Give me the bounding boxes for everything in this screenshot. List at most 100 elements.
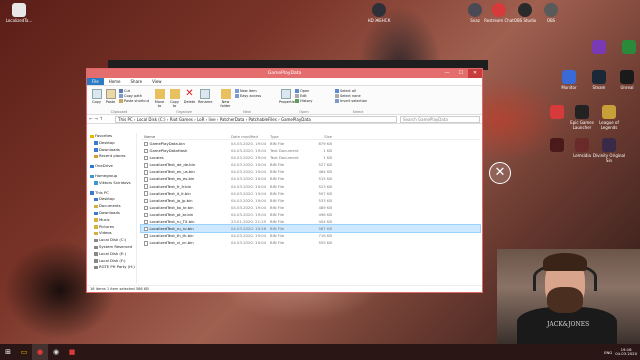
- desktop-icon[interactable]: Divinity Original Sin: [592, 138, 626, 163]
- file-row[interactable]: LocalizedText_ru_ru.bin 04.03.2020. 19:26…: [140, 224, 481, 234]
- column-name[interactable]: Name: [141, 133, 231, 139]
- tab-share[interactable]: Share: [126, 78, 148, 85]
- file-row[interactable]: LocalizedText_de_de.bin 04.03.2020. 19:04…: [141, 161, 480, 168]
- desktop-icon[interactable]: Unreal: [610, 70, 640, 90]
- file-date: 04.03.2020. 19:04: [231, 190, 267, 196]
- desktop-icon[interactable]: Monitor: [552, 70, 586, 90]
- file-icon: [144, 191, 148, 196]
- file-row[interactable]: Locales 04.03.2020. 19:04 Text Document 1 K…: [141, 154, 480, 161]
- close-button[interactable]: ✕: [468, 69, 482, 78]
- folder-icon: [94, 181, 98, 185]
- nav-arrows[interactable]: ← → ↑: [89, 117, 115, 122]
- folder-icon: [94, 225, 98, 229]
- select-all-button[interactable]: Select all: [335, 89, 356, 93]
- nav-item[interactable]: Favorites: [87, 133, 136, 140]
- new-folder-button[interactable]: New folder: [219, 89, 232, 108]
- nav-item[interactable]: Local Disk (F:): [87, 258, 136, 265]
- rename-button[interactable]: Rename: [198, 89, 212, 104]
- taskbar-app[interactable]: ■: [64, 344, 80, 360]
- start-button[interactable]: ⊞: [0, 344, 16, 360]
- nav-item[interactable]: Local Disk (E:): [87, 251, 136, 258]
- edit-button[interactable]: Edit: [295, 94, 307, 98]
- file-name: LocalizedText_th_th.bin: [149, 233, 194, 239]
- copy-to-button[interactable]: Copy to: [168, 89, 181, 108]
- file-row[interactable]: LocalizedText_it_it.bin 04.03.2020. 19:04…: [141, 190, 480, 197]
- nav-item[interactable]: This PC: [87, 190, 136, 197]
- desktop-icon[interactable]: [612, 40, 640, 55]
- column-size[interactable]: Size: [310, 133, 332, 139]
- nav-item-label: RGTE PH Party (H:): [99, 264, 135, 270]
- file-row[interactable]: LocalizedText_vi_vn.bin 04.03.2020. 19:04…: [141, 239, 480, 246]
- file-row[interactable]: LocalizedText_ru_TX.bin 23.01.2020. 21:25…: [141, 218, 480, 225]
- nav-item[interactable]: Recent places: [87, 153, 136, 160]
- paste-button[interactable]: Paste: [104, 89, 117, 104]
- cut-button[interactable]: Cut: [119, 89, 130, 93]
- nav-item[interactable]: Music: [87, 217, 136, 224]
- copy-path-button[interactable]: Copy path: [119, 94, 142, 98]
- overlay-close-button[interactable]: ✕: [489, 162, 511, 184]
- open-button[interactable]: Open: [295, 89, 309, 93]
- nav-item[interactable]: Videos: [87, 230, 136, 237]
- search-input[interactable]: Search GamePlayData: [400, 115, 480, 123]
- taskbar-app[interactable]: ▭: [16, 344, 32, 360]
- title-bar[interactable]: GamePlayData — ☐ ✕: [87, 69, 482, 78]
- column-date[interactable]: Date modified: [231, 133, 270, 139]
- nav-item-label: Music: [99, 216, 110, 222]
- nav-item[interactable]: Downloads: [87, 210, 136, 217]
- nav-item[interactable]: Desktop: [87, 140, 136, 147]
- address-path[interactable]: This PC › Local Disk (C:) › Riot Games ›…: [115, 115, 397, 123]
- taskbar-app[interactable]: ●: [32, 344, 48, 360]
- file-row[interactable]: LocalizedText_pt_br.bin 04.03.2020. 19:04…: [141, 211, 480, 218]
- language-indicator[interactable]: ENG: [604, 350, 612, 355]
- desktop-icon[interactable]: HD ЖЕНСК: [362, 3, 396, 23]
- maximize-button[interactable]: ☐: [454, 69, 468, 78]
- nav-item[interactable]: Homegroup: [87, 173, 136, 180]
- file-row[interactable]: LocalizedText_es_es.bin 04.03.2020. 19:04…: [141, 175, 480, 182]
- paste-shortcut-button[interactable]: Paste shortcut: [119, 99, 149, 103]
- file-row[interactable]: GamePlayData.bin 04.03.2020. 19:04 BIN Fil…: [141, 140, 480, 147]
- nav-item[interactable]: Desktop: [87, 196, 136, 203]
- column-type[interactable]: Type: [270, 133, 310, 139]
- desktop-icon[interactable]: League of Legends: [592, 105, 626, 130]
- file-icon: [144, 170, 148, 175]
- delete-button[interactable]: ✕ Delete: [183, 89, 196, 105]
- easy-access-button[interactable]: Easy access: [235, 94, 261, 98]
- taskbar-app[interactable]: ◉: [48, 344, 64, 360]
- move-to-button[interactable]: Move to: [153, 89, 166, 108]
- desktop-icon-file[interactable]: LocalizedTa...: [2, 3, 36, 23]
- nav-item[interactable]: OneDrive: [87, 163, 136, 170]
- file-row[interactable]: LocalizedText_th_th.bin 04.03.2020. 19:04…: [141, 232, 480, 239]
- file-list: Name Date modified Type Size GamePlayDat…: [140, 133, 481, 284]
- nav-item[interactable]: Local Disk (C:): [87, 237, 136, 244]
- file-row[interactable]: LocalizedText_fr_fr.bin 04.03.2020. 19:04…: [141, 183, 480, 190]
- nav-item[interactable]: System Reserved: [87, 244, 136, 251]
- nav-item[interactable]: RGTE PH Party (H:): [87, 264, 136, 271]
- tab-file[interactable]: File: [87, 78, 104, 85]
- file-row[interactable]: LocalizedText_en_us.bin 04.03.2020. 19:04…: [141, 168, 480, 175]
- address-bar-row: ← → ↑ This PC › Local Disk (C:) › Riot G…: [87, 115, 482, 124]
- file-size: 1 KB: [323, 155, 332, 161]
- desktop-icon[interactable]: [582, 40, 616, 55]
- file-name-cell: LocalizedText_fr_fr.bin: [141, 183, 231, 190]
- file-row[interactable]: LocalizedText_ja_jp.bin 04.03.2020. 19:04…: [141, 197, 480, 204]
- nav-item[interactable]: Pictures: [87, 224, 136, 231]
- tab-view[interactable]: View: [147, 78, 167, 85]
- minimize-button[interactable]: —: [440, 69, 454, 78]
- nav-item[interactable]: Viktors Sviridovs: [87, 180, 136, 187]
- easy-access-icon: [235, 94, 239, 98]
- nav-item[interactable]: Documents: [87, 203, 136, 210]
- copy-button[interactable]: Copy: [90, 89, 103, 104]
- desktop-icon[interactable]: OBS: [534, 3, 568, 23]
- file-row[interactable]: LocalizedText_ko_kr.bin 04.03.2020. 19:04…: [141, 204, 480, 211]
- history-button[interactable]: History: [295, 99, 312, 103]
- select-none-button[interactable]: Select none: [335, 94, 361, 98]
- properties-button[interactable]: Properties: [279, 89, 297, 104]
- tab-home[interactable]: Home: [104, 78, 126, 85]
- nav-item-label: This PC: [95, 189, 109, 195]
- file-row[interactable]: GamePlayDataHash 04.03.2020. 19:04 Text Do…: [141, 147, 480, 154]
- nav-item[interactable]: Downloads: [87, 147, 136, 154]
- invert-selection-button[interactable]: Invert selection: [335, 99, 367, 103]
- clock[interactable]: 19:16 04.03.2020: [615, 347, 637, 357]
- new-item-button[interactable]: New item: [235, 89, 257, 93]
- file-type: BIN File: [270, 183, 285, 189]
